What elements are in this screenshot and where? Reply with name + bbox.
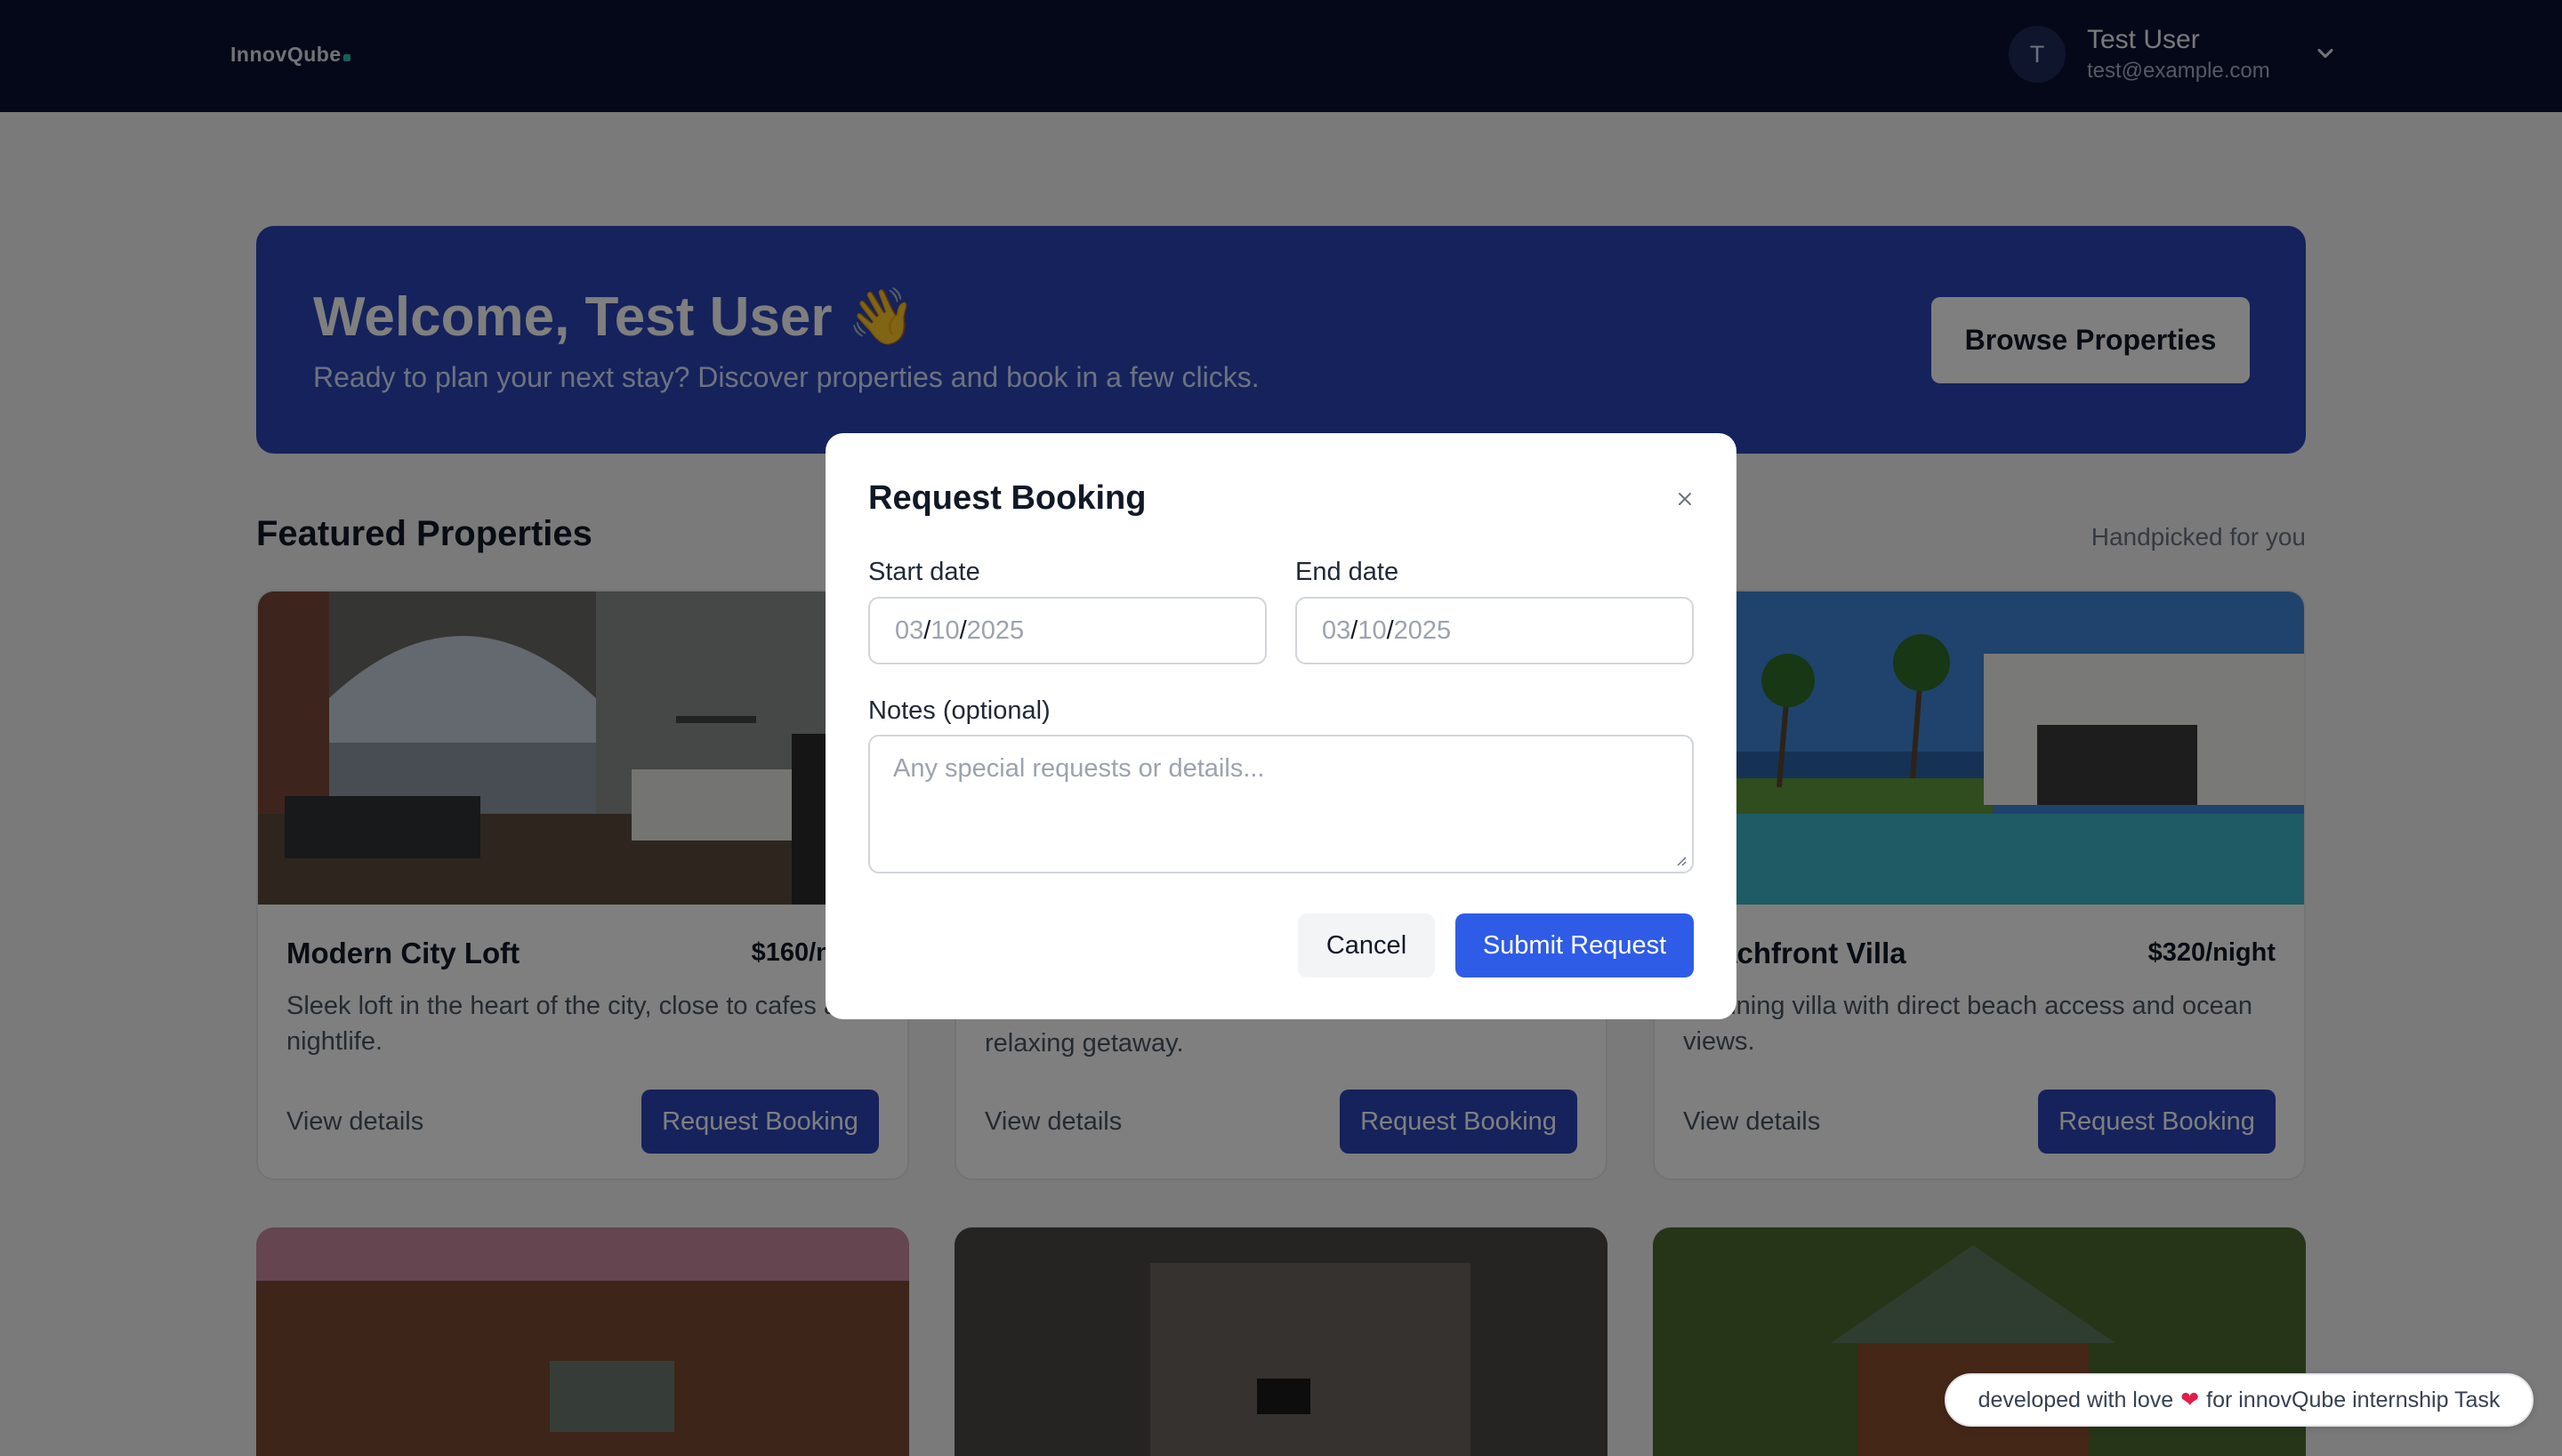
notes-label: Notes (optional) [868, 696, 1051, 725]
date-separator: / [1386, 615, 1394, 645]
end-date-label: End date [1295, 558, 1399, 586]
date-separator: / [923, 615, 931, 645]
start-date-month: 03 [895, 615, 924, 645]
end-date-input[interactable]: 03/10/2025 [1295, 597, 1694, 664]
resize-handle-icon[interactable] [1674, 854, 1687, 866]
start-date-day: 10 [931, 615, 960, 645]
end-date-month: 03 [1322, 615, 1351, 645]
close-icon[interactable] [1674, 488, 1696, 510]
date-separator: / [959, 615, 967, 645]
start-date-label: Start date [868, 558, 980, 586]
start-date-year: 2025 [966, 615, 1025, 645]
credit-text: developed with love [1978, 1387, 2174, 1412]
submit-request-button[interactable]: Submit Request [1455, 913, 1694, 977]
start-date-input[interactable]: 03/10/2025 [868, 597, 1267, 664]
modal-title: Request Booking [868, 479, 1147, 517]
credit-text-suffix: for innovQube internship Task [2206, 1387, 2501, 1412]
date-separator: / [1350, 615, 1358, 645]
notes-placeholder: Any special requests or details... [893, 754, 1265, 783]
end-date-day: 10 [1358, 615, 1387, 645]
developer-credit-badge: developed with love ❤ for innovQube inte… [1945, 1373, 2534, 1427]
cancel-button[interactable]: Cancel [1298, 913, 1435, 977]
heart-icon: ❤ [2180, 1388, 2200, 1412]
notes-textarea[interactable]: Any special requests or details... [868, 735, 1694, 873]
end-date-year: 2025 [1393, 615, 1452, 645]
request-booking-modal: Request Booking Start date 03/10/2025 En… [826, 433, 1736, 1019]
